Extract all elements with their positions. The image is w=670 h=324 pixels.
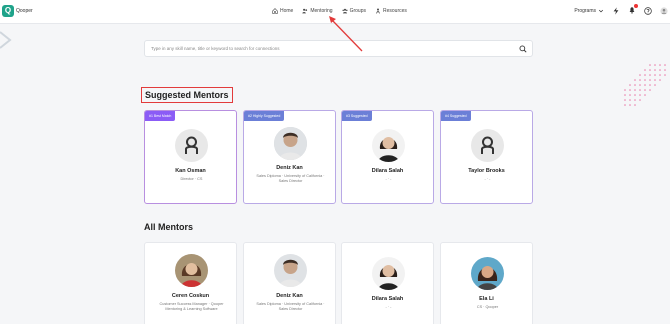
mentor-name: Ceren Coskun [171, 293, 210, 299]
mentor-card[interactable]: Ela Li CS · Qooper [440, 242, 533, 324]
mentor-details: Sales Diploma · University of California… [256, 174, 325, 183]
mentor-name: Dilara Salah [371, 168, 404, 174]
nav-home[interactable]: Home [272, 8, 293, 14]
user-avatar-icon[interactable] [660, 7, 668, 15]
mentoring-icon [302, 8, 308, 14]
mentor-details: CS · Qooper [476, 305, 499, 309]
nav-resources-label: Resources [382, 8, 407, 14]
search-input[interactable]: Type in any skill name, title or keyword… [151, 46, 280, 51]
search-bar[interactable]: Type in any skill name, title or keyword… [144, 40, 533, 57]
chevron-down-icon [598, 9, 604, 13]
mentor-details: - · - [385, 177, 392, 181]
mentor-card[interactable]: #3 Suggested Dilara Salah - · - [341, 110, 434, 204]
notification-dot [634, 4, 638, 8]
mentor-details: - · - [385, 305, 392, 309]
resources-icon [375, 8, 381, 14]
default-avatar-icon [175, 129, 208, 162]
mentor-details: Sales Diploma · University of California… [256, 302, 325, 311]
nav-resources[interactable]: Resources [375, 8, 407, 14]
mentor-photo [274, 127, 307, 160]
mentor-card[interactable]: #4 Suggested Taylor Brooks - · - [440, 110, 533, 204]
nav-groups[interactable]: Groups [342, 8, 366, 14]
suggested-mentors-title: Suggested Mentors [141, 87, 233, 103]
nav-mentoring[interactable]: Mentoring [302, 8, 333, 14]
mentor-photo [372, 257, 405, 290]
mentor-details: - · - [484, 177, 491, 181]
mentor-name: Dilara Salah [371, 296, 404, 302]
nav-home-label: Home [280, 8, 294, 14]
groups-icon [342, 8, 348, 14]
nav-mentoring-label: Mentoring [310, 8, 333, 14]
mentor-name: Taylor Brooks [468, 168, 505, 174]
programs-dropdown[interactable]: Programs [574, 8, 604, 14]
rank-badge: #2 Highly Suggested [244, 111, 285, 121]
decorative-dot-pattern [624, 64, 666, 106]
programs-label: Programs [574, 8, 596, 14]
mentor-photo [372, 129, 405, 162]
main-nav: Home Mentoring Groups Resources [272, 8, 407, 14]
mentor-card[interactable]: Deniz Kan Sales Diploma · University of … [243, 242, 336, 324]
rank-badge: #4 Suggested [441, 111, 471, 121]
lightning-icon[interactable] [612, 7, 620, 15]
mentor-name: Ela Li [479, 296, 494, 302]
mentor-details: Director · CS [180, 177, 203, 181]
mentor-details: Customer Success Manager · Qooper Mentor… [159, 302, 224, 311]
mentor-name: Deniz Kan [276, 165, 303, 171]
mentor-photo [175, 254, 208, 287]
all-mentors-title: All Mentors [144, 222, 194, 232]
header-tools: Programs [574, 4, 668, 16]
home-icon [272, 8, 278, 14]
mentor-photo [471, 257, 504, 290]
search-icon[interactable] [519, 45, 527, 53]
notifications-button[interactable] [628, 4, 638, 16]
default-avatar-icon [471, 129, 504, 162]
decorative-shape-left [0, 31, 12, 49]
rank-badge: #1 Best Match [145, 111, 176, 121]
mentor-name: Deniz Kan [276, 293, 303, 299]
mentor-photo [274, 254, 307, 287]
top-navigation-bar: Q Qooper Home Mentoring Groups Resources… [0, 0, 670, 24]
mentor-card[interactable]: #1 Best Match Kan Osman Director · CS [144, 110, 237, 204]
rank-badge: #3 Suggested [342, 111, 372, 121]
mentor-name: Kan Osman [175, 168, 206, 174]
help-icon[interactable] [644, 7, 652, 15]
mentor-card[interactable]: Ceren Coskun Customer Success Manager · … [144, 242, 237, 324]
brand-name: Qooper [16, 8, 33, 14]
mentor-card[interactable]: #2 Highly Suggested Deniz Kan Sales Dipl… [243, 110, 336, 204]
mentor-card[interactable]: Dilara Salah - · - [341, 242, 434, 324]
qooper-logo[interactable]: Q [2, 5, 14, 17]
nav-groups-label: Groups [349, 8, 366, 14]
